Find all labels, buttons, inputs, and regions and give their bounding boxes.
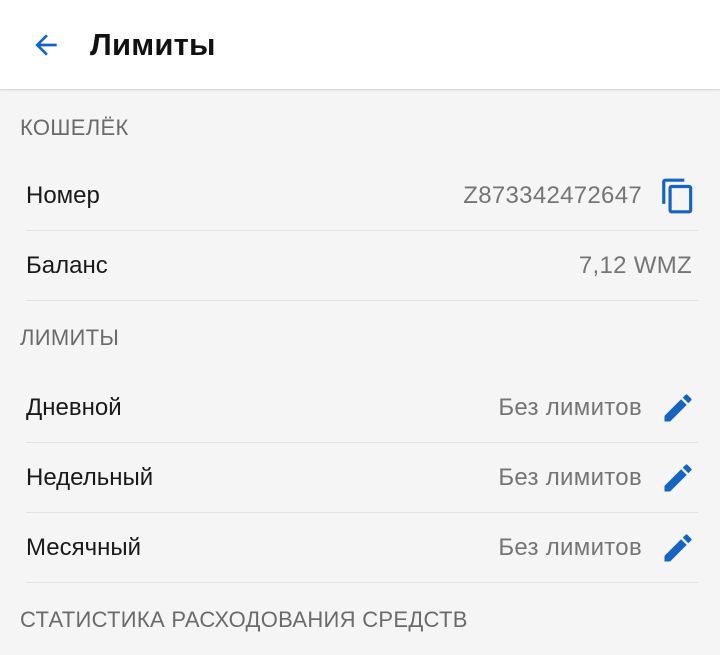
limit-label: Недельный [26,463,154,491]
edit-pencil-icon [664,393,692,421]
main-content: КОШЕЛЁК Номер Z873342472647 Баланс 7,12 … [0,91,720,647]
wallet-balance-value: 7,12 WMZ [578,251,692,279]
edit-monthly-limit-button[interactable] [658,528,698,568]
wallet-number-row: Номер Z873342472647 [26,161,698,231]
limit-value: Без лимитов [498,533,642,561]
limit-row-monthly[interactable]: Месячный Без лимитов [26,513,698,583]
app-bar: Лимиты [0,0,720,90]
wallet-number-label: Номер [26,181,100,209]
edit-pencil-icon [664,533,692,561]
edit-pencil-icon [664,463,692,491]
wallet-balance-row: Баланс 7,12 WMZ [26,231,698,301]
wallet-balance-label: Баланс [26,251,108,279]
limit-label: Месячный [26,533,142,561]
back-button[interactable] [18,17,74,73]
copy-button[interactable] [658,176,698,216]
section-header-limits: ЛИМИТЫ [20,325,120,350]
wallet-number-value: Z873342472647 [463,181,642,209]
limit-row-weekly[interactable]: Недельный Без лимитов [26,443,698,513]
section-header-spending-stats: СТАТИСТИКА РАСХОДОВАНИЯ СРЕДСТВ [20,607,468,632]
limit-row-daily[interactable]: Дневной Без лимитов [26,373,698,443]
limit-value: Без лимитов [498,393,642,421]
page-title: Лимиты [90,26,216,62]
limit-value: Без лимитов [498,463,642,491]
limit-label: Дневной [26,393,122,421]
edit-daily-limit-button[interactable] [658,388,698,428]
arrow-left-icon [35,33,57,56]
section-header-wallet: КОШЕЛЁК [20,115,129,140]
copy-icon [662,178,693,213]
edit-weekly-limit-button[interactable] [658,458,698,498]
